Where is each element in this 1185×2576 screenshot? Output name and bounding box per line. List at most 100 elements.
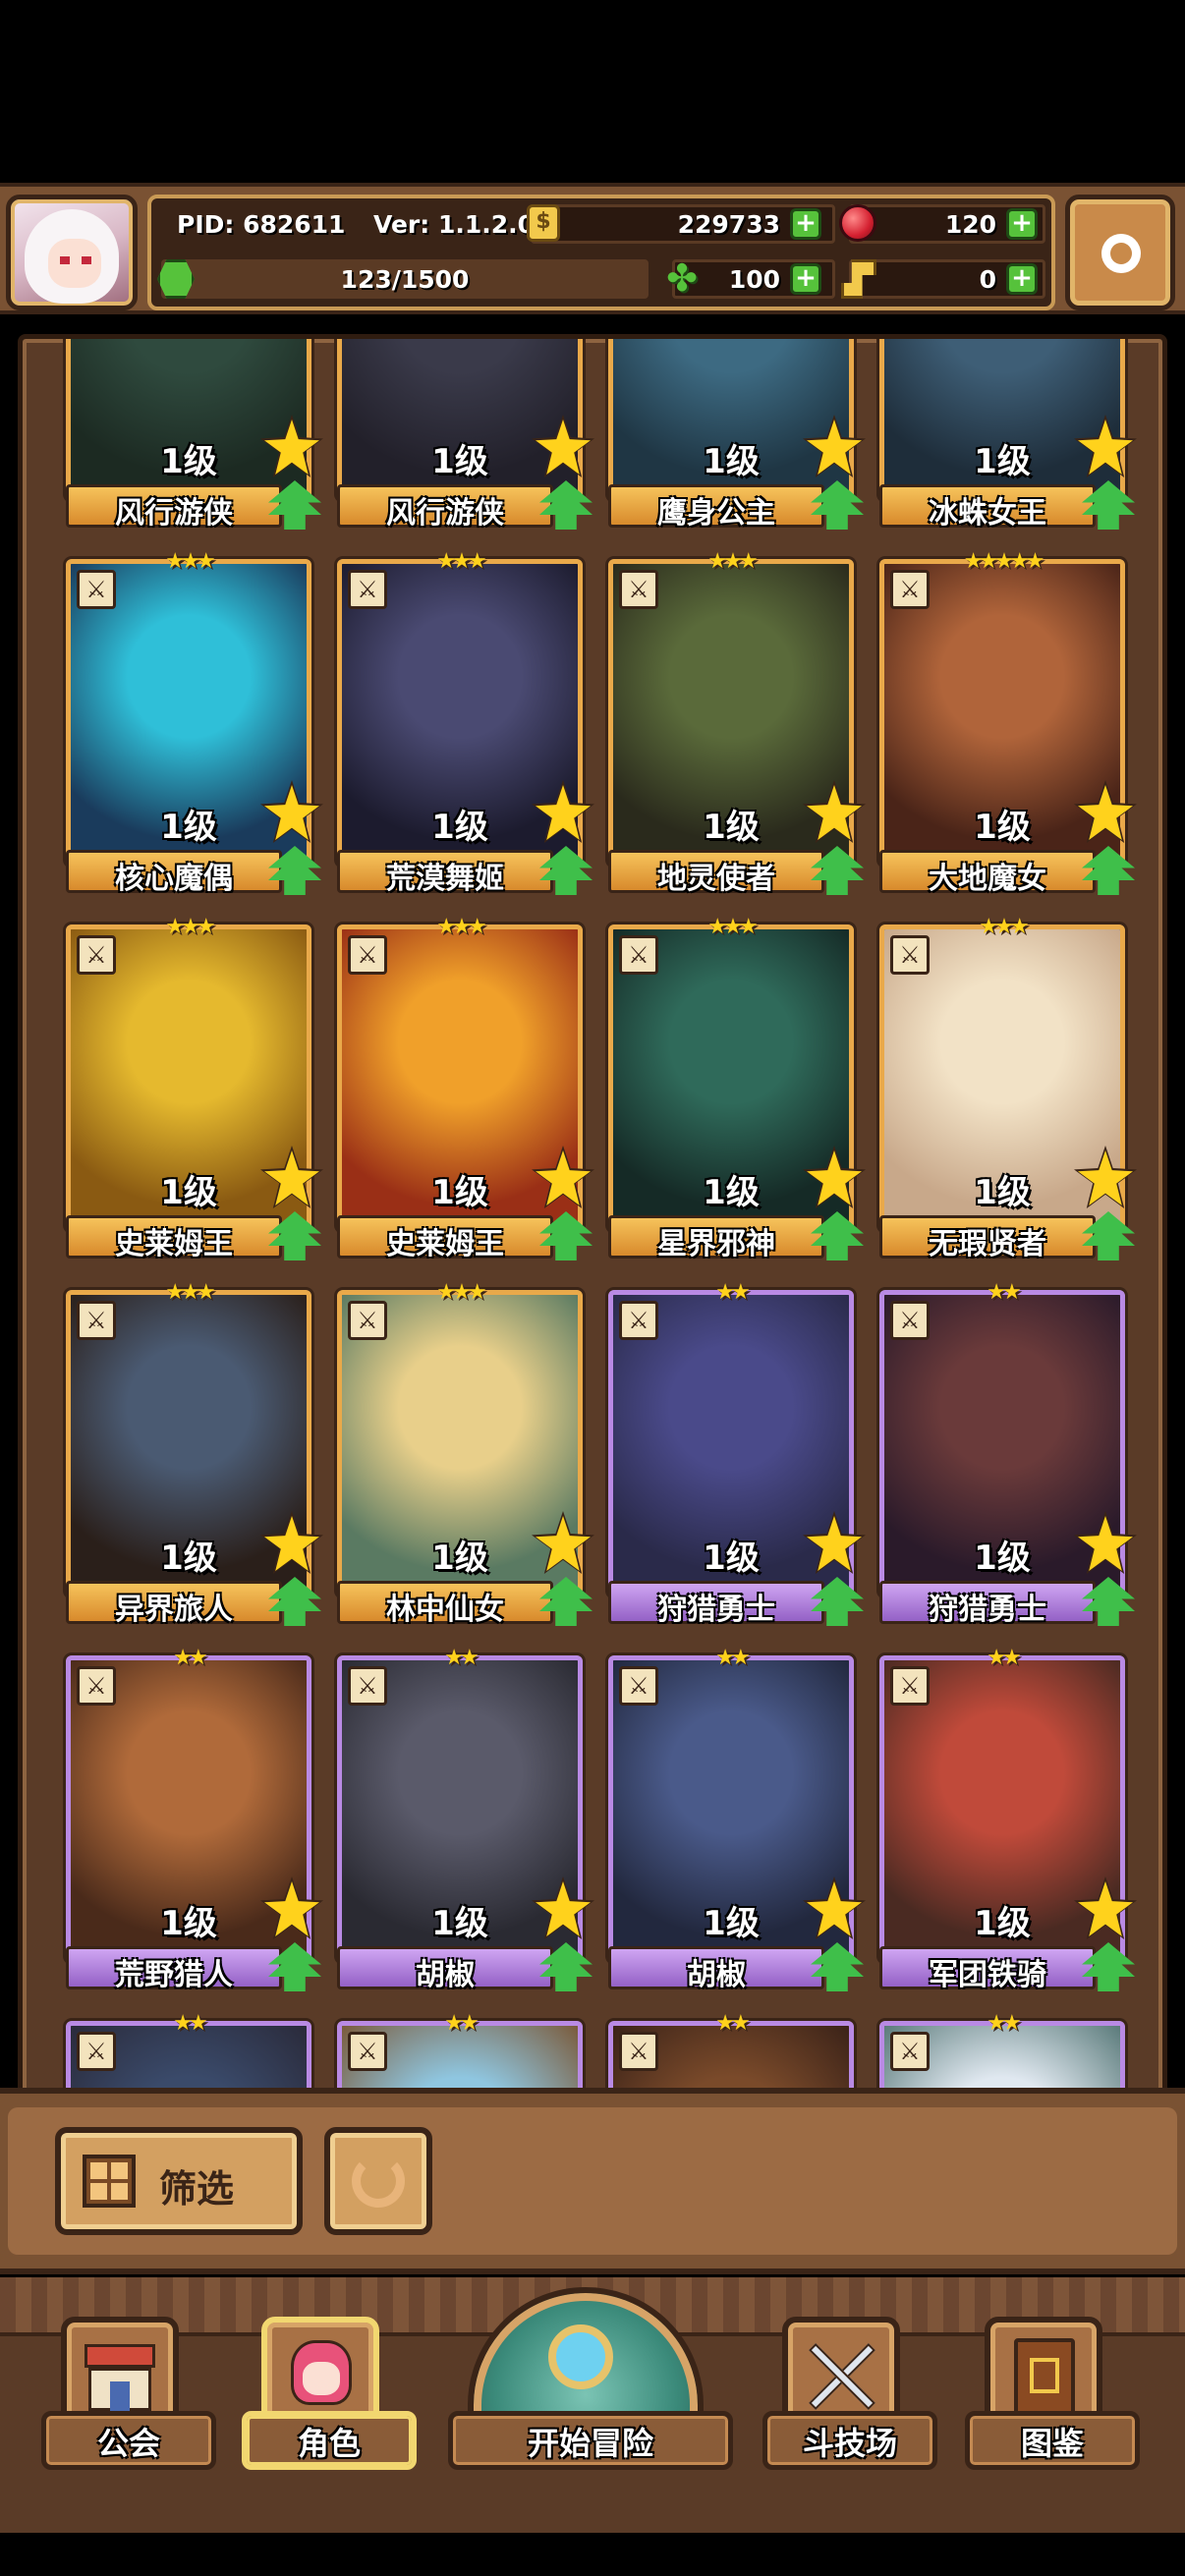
player-avatar[interactable] [6,195,138,310]
character-card[interactable]: ⚔ 1级 ★★ 军团铁骑 [879,1646,1137,1992]
gear-icon-hole [1112,245,1130,262]
character-card[interactable]: ⚔ 1级 ★★★ 星界邪神 [608,915,866,1261]
rank-stars: ★★ [173,2011,207,2036]
class-icon: ⚔ [348,2032,387,2071]
character-card[interactable]: ⚔ 1级 ★★ 胡椒 [337,1646,594,1992]
class-icon: ⚔ [77,2032,116,2071]
class-icon: ⚔ [890,570,930,609]
ruby-icon [839,204,876,242]
class-icon: ⚔ [77,570,116,609]
card-name: 荒漠舞姬 [386,862,504,896]
class-icon: ⚔ [348,570,387,609]
rank-stars: ★★★ [436,1280,486,1305]
player-info-panel: PID: 682611 Ver: 1.1.2.0 $ 229733 + 120 … [147,195,1055,310]
class-icon: ⚔ [890,935,930,975]
card-name: 胡椒 [416,1958,475,1992]
card-name: 史莱姆王 [115,1227,233,1261]
player-id: PID: 682611 [177,210,346,239]
avatar-face [48,239,101,288]
bottom-navigation: 公会 角色 开始冒险 斗技场 图鉴 [0,2277,1185,2533]
character-card[interactable]: ⚔ 1级 ★★★ 史莱姆王 [66,915,323,1261]
rank-stars: ★★★ [979,915,1029,939]
character-roster[interactable]: ⚔ 1级 ★★★ 风行游侠 ⚔ 1级 ★★★ 风行游侠 ⚔ 1级 ★★★ 鹰身公… [18,334,1167,2102]
character-card[interactable]: ⚔ 1级 ★★ 胡椒 [608,1646,866,1992]
nav-arena-label: 斗技场 [802,2425,897,2462]
rank-stars: ★★★ [436,549,486,574]
gold-amount: 229733 [677,210,780,239]
exp-progress: 123/1500 [340,265,470,294]
character-card[interactable]: ⚔ 1级 ★★ 荒野猎人 [66,1646,323,1992]
nav-character-label: 角色 [297,2425,361,2462]
card-name: 大地魔女 [929,862,1046,896]
rank-stars: ★★★ [165,1280,215,1305]
class-icon: ⚔ [619,2032,658,2071]
card-name: 星界邪神 [657,1227,775,1261]
character-card[interactable]: ⚔ 1级 ★★★ 林中仙女 [337,1280,594,1627]
card-frame: ⚔ 1级 [608,1290,854,1596]
rank-stars: ★★ [173,1646,207,1670]
rank-stars: ★★ [715,1280,750,1305]
rank-stars: ★★ [444,2011,479,2036]
character-card[interactable]: ⚔ 1级 ★★★★★ 大地魔女 [879,549,1137,896]
character-grid: ⚔ 1级 ★★★ 风行游侠 ⚔ 1级 ★★★ 风行游侠 ⚔ 1级 ★★★ 鹰身公… [66,339,1147,2098]
card-frame: ⚔ 1级 [879,924,1125,1231]
character-card[interactable]: ⚔ 1级 ★★★ 鹰身公主 [608,339,866,531]
card-name: 地灵使者 [657,862,775,896]
class-icon: ⚔ [348,1301,387,1340]
character-card[interactable]: ⚔ 1级 ★★★ 荒漠舞姬 [337,549,594,896]
rank-stars: ★★ [987,1646,1021,1670]
character-card[interactable]: ⚔ 1级 ★★★ 史莱姆王 [337,915,594,1261]
class-icon: ⚔ [77,1301,116,1340]
card-name: 无瑕贤者 [929,1227,1046,1261]
class-icon: ⚔ [77,1666,116,1706]
card-frame: ⚔ 1级 [66,559,311,866]
settings-button[interactable] [1065,195,1175,310]
character-card[interactable]: ⚔ 1级 ★★★ 核心魔偶 [66,549,323,896]
character-card[interactable]: ⚔ 1级 ★★★ 地灵使者 [608,549,866,896]
add-keys-button[interactable]: + [1006,263,1038,295]
add-gold-button[interactable]: + [790,208,821,240]
class-icon: ⚔ [348,935,387,975]
gem-amount: 120 [944,210,996,239]
class-icon: ⚔ [619,1666,658,1706]
card-frame: ⚔ 1级 [879,559,1125,866]
class-icon: ⚔ [890,1666,930,1706]
class-icon: ⚔ [619,1301,658,1340]
class-icon: ⚔ [890,1301,930,1340]
grid-icon [83,2155,136,2208]
character-card[interactable]: ⚔ 1级 ★★★ 无瑕贤者 [879,915,1137,1261]
refresh-button[interactable] [324,2127,432,2235]
card-frame: ⚔ 1级 [337,559,583,866]
card-frame: ⚔ 1级 [66,1290,311,1596]
card-name: 荒野猎人 [115,1958,233,1992]
character-card[interactable]: ⚔ 1级 ★★★ 异界旅人 [66,1280,323,1627]
class-icon: ⚔ [619,935,658,975]
card-name: 风行游侠 [115,496,233,531]
avatar-eye-right [82,256,91,264]
character-card[interactable]: ⚔ 1级 ★★ 狩猎勇士 [879,1280,1137,1627]
character-card[interactable]: ⚔ 1级 ★★★ 风行游侠 [337,339,594,531]
rank-stars: ★★ [715,1646,750,1670]
card-name: 林中仙女 [386,1593,504,1627]
card-name: 狩猎勇士 [657,1593,775,1627]
card-frame: ⚔ 1级 [608,559,854,866]
character-card[interactable]: ⚔ 1级 ★★★ 风行游侠 [66,339,323,531]
rank-stars: ★★★ [707,549,758,574]
character-card[interactable]: ⚔ 1级 ★★★ 冰蛛女王 [879,339,1137,531]
character-card[interactable]: ⚔ 1级 ★★ 狩猎勇士 [608,1280,866,1627]
card-name: 冰蛛女王 [929,496,1046,531]
rank-stars: ★★ [987,2011,1021,2036]
nav-codex-label: 图鉴 [1020,2425,1084,2462]
card-frame: ⚔ 1级 [608,1655,854,1962]
class-icon: ⚔ [77,935,116,975]
class-icon: ⚔ [890,2032,930,2071]
add-gems-button[interactable]: + [1006,208,1038,240]
card-name: 胡椒 [687,1958,746,1992]
add-clover-button[interactable]: + [790,263,821,295]
nav-guild-label: 公会 [96,2425,160,2462]
nav-adventure-label: 开始冒险 [527,2425,653,2462]
filter-button[interactable]: 筛选 [55,2127,303,2235]
card-name: 军团铁骑 [929,1958,1046,1992]
card-frame: ⚔ 1级 [337,1290,583,1596]
filter-label: 筛选 [159,2167,235,2211]
